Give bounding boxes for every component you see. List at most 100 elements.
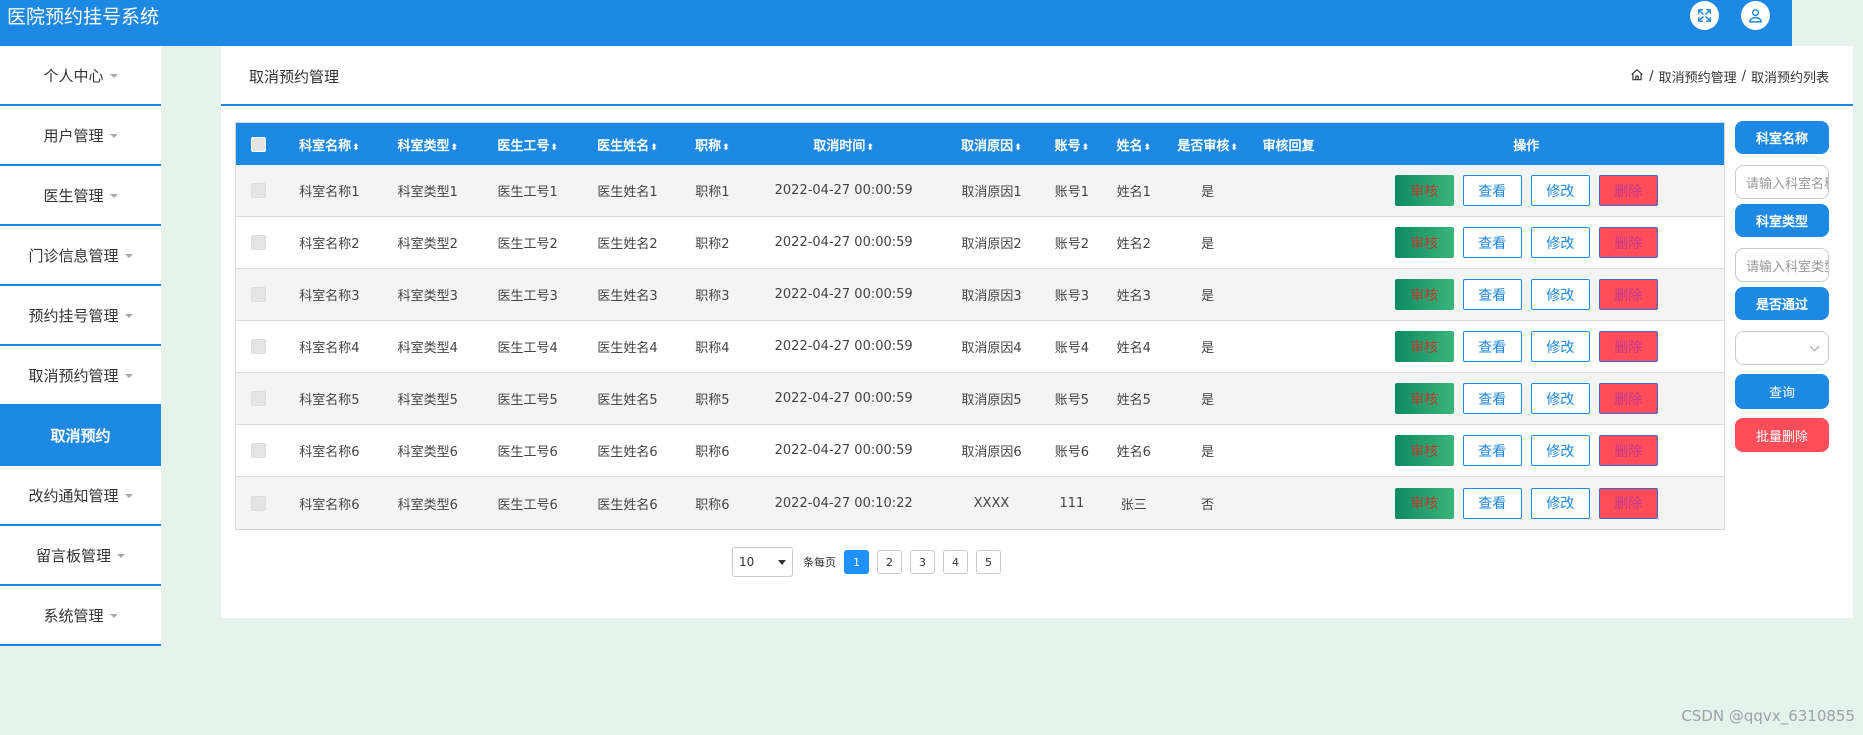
sidebar-item-3[interactable]: 门诊信息管理 bbox=[0, 226, 161, 286]
type-filter-input[interactable]: 请输入科室类型 bbox=[1735, 248, 1829, 282]
cell-dept: 科室名称1 bbox=[299, 185, 360, 200]
audit-button[interactable]: 审核 bbox=[1394, 227, 1454, 258]
edit-button[interactable]: 修改 bbox=[1530, 383, 1590, 414]
cell-name: 姓名6 bbox=[1116, 445, 1151, 460]
view-button[interactable]: 查看 bbox=[1462, 487, 1522, 519]
view-button[interactable]: 查看 bbox=[1462, 383, 1522, 414]
column-header-time[interactable]: 取消时间⬍ bbox=[747, 135, 940, 154]
pass-filter-label: 是否通过 bbox=[1735, 287, 1829, 320]
audit-button[interactable]: 审核 bbox=[1394, 175, 1454, 206]
audit-button[interactable]: 审核 bbox=[1394, 279, 1454, 310]
cell-dept: 科室名称6 bbox=[299, 497, 360, 513]
cell-reason: 取消原因3 bbox=[961, 289, 1022, 304]
delete-button[interactable]: 删除 bbox=[1598, 435, 1658, 466]
dept-filter-input[interactable]: 请输入科室名称 bbox=[1735, 165, 1829, 199]
breadcrumb-item-parent[interactable]: 取消预约管理 bbox=[1659, 67, 1737, 86]
edit-button[interactable]: 修改 bbox=[1530, 331, 1590, 362]
sidebar-item-6[interactable]: 取消预约 bbox=[0, 406, 161, 466]
batch-delete-button[interactable]: 批量删除 bbox=[1735, 418, 1829, 452]
view-button[interactable]: 查看 bbox=[1462, 331, 1522, 362]
audit-button[interactable]: 审核 bbox=[1394, 435, 1454, 466]
sidebar-item-label: 系统管理 bbox=[43, 606, 104, 625]
cell-dept: 科室名称4 bbox=[299, 341, 360, 356]
sidebar-item-5[interactable]: 取消预约管理 bbox=[0, 346, 161, 406]
audit-button[interactable]: 审核 bbox=[1394, 331, 1454, 362]
audit-button[interactable]: 审核 bbox=[1394, 383, 1454, 414]
delete-button[interactable]: 删除 bbox=[1598, 175, 1658, 206]
view-button[interactable]: 查看 bbox=[1462, 227, 1522, 258]
sidebar-item-4[interactable]: 预约挂号管理 bbox=[0, 286, 161, 346]
sidebar-item-9[interactable]: 系统管理 bbox=[0, 586, 161, 646]
sort-icon: ⬍ bbox=[450, 142, 459, 153]
cell-dname: 医生姓名6 bbox=[597, 445, 658, 460]
search-button[interactable]: 查询 bbox=[1735, 374, 1829, 409]
edit-button[interactable]: 修改 bbox=[1530, 227, 1590, 258]
row-checkbox[interactable] bbox=[250, 339, 266, 354]
column-header-label: 取消原因 bbox=[961, 138, 1014, 154]
sidebar-item-0[interactable]: 个人中心 bbox=[0, 46, 161, 106]
column-header-wno[interactable]: 医生工号⬍ bbox=[478, 135, 578, 154]
sort-icon: ⬍ bbox=[1014, 142, 1022, 153]
delete-button[interactable]: 删除 bbox=[1598, 331, 1658, 362]
column-header-title[interactable]: 职称⬍ bbox=[677, 135, 747, 154]
cell-acct: 账号4 bbox=[1054, 341, 1089, 356]
cell-reason: 取消原因4 bbox=[961, 341, 1022, 356]
sort-icon: ⬍ bbox=[866, 142, 874, 153]
row-checkbox[interactable] bbox=[250, 391, 266, 406]
cell-time: 2022-04-27 00:00:59 bbox=[774, 235, 913, 250]
fullscreen-icon[interactable] bbox=[1690, 1, 1719, 30]
page-2-button[interactable]: 2 bbox=[877, 550, 902, 574]
page-size-select[interactable]: 10 bbox=[732, 547, 793, 577]
select-all-checkbox[interactable] bbox=[250, 136, 266, 152]
pass-filter-select[interactable] bbox=[1735, 331, 1829, 365]
delete-button[interactable]: 删除 bbox=[1598, 487, 1658, 519]
row-checkbox[interactable] bbox=[250, 183, 266, 198]
sidebar-item-8[interactable]: 留言板管理 bbox=[0, 526, 161, 586]
page-4-button[interactable]: 4 bbox=[943, 550, 968, 574]
row-checkbox[interactable] bbox=[250, 495, 266, 511]
chevron-down-icon bbox=[778, 559, 786, 565]
sidebar-item-7[interactable]: 改约通知管理 bbox=[0, 466, 161, 526]
edit-button[interactable]: 修改 bbox=[1530, 175, 1590, 206]
sidebar-item-1[interactable]: 用户管理 bbox=[0, 106, 161, 166]
user-icon[interactable] bbox=[1741, 1, 1770, 30]
row-checkbox[interactable] bbox=[250, 287, 266, 302]
sort-icon: ⬍ bbox=[650, 142, 658, 153]
column-header-type[interactable]: 科室类型⬍ bbox=[378, 135, 478, 154]
row-checkbox[interactable] bbox=[250, 443, 266, 458]
view-button[interactable]: 查看 bbox=[1462, 175, 1522, 206]
column-header-acct[interactable]: 账号⬍ bbox=[1043, 135, 1101, 154]
table-row: 科室名称4 科室类型4 医生工号4 医生姓名4 职称4 2022-04-27 00:00:… bbox=[236, 321, 1724, 373]
column-header-audit[interactable]: 是否审核⬍ bbox=[1167, 135, 1249, 154]
caret-down-icon bbox=[124, 494, 133, 498]
row-actions: 审核 查看 修改 删除 bbox=[1329, 175, 1724, 206]
edit-button[interactable]: 修改 bbox=[1530, 435, 1590, 466]
column-header-dept[interactable]: 科室名称⬍ bbox=[281, 135, 378, 154]
cell-type: 科室类型1 bbox=[397, 185, 458, 200]
column-header-reason[interactable]: 取消原因⬍ bbox=[940, 135, 1043, 154]
sidebar-item-2[interactable]: 医生管理 bbox=[0, 166, 161, 226]
home-icon[interactable] bbox=[1630, 68, 1644, 86]
page-5-button[interactable]: 5 bbox=[976, 550, 1001, 574]
delete-button[interactable]: 删除 bbox=[1598, 227, 1658, 258]
audit-button[interactable]: 审核 bbox=[1394, 487, 1454, 519]
table-row: 科室名称3 科室类型3 医生工号3 医生姓名3 职称3 2022-04-27 00:00:… bbox=[236, 269, 1724, 321]
cell-dname: 医生姓名2 bbox=[597, 237, 658, 252]
edit-button[interactable]: 修改 bbox=[1530, 279, 1590, 310]
view-button[interactable]: 查看 bbox=[1462, 435, 1522, 466]
row-checkbox[interactable] bbox=[250, 235, 266, 250]
cell-acct: 账号3 bbox=[1054, 289, 1089, 304]
delete-button[interactable]: 删除 bbox=[1598, 279, 1658, 310]
view-button[interactable]: 查看 bbox=[1462, 279, 1522, 310]
page-3-button[interactable]: 3 bbox=[910, 550, 935, 574]
delete-button[interactable]: 删除 bbox=[1598, 383, 1658, 414]
panel-header: 取消预约管理 / 取消预约管理 / 取消预约列表 bbox=[221, 46, 1853, 106]
column-header-name[interactable]: 姓名⬍ bbox=[1101, 135, 1167, 154]
column-header-dname[interactable]: 医生姓名⬍ bbox=[578, 135, 678, 154]
cell-reason: 取消原因1 bbox=[961, 185, 1022, 200]
cell-dept: 科室名称3 bbox=[299, 289, 360, 304]
sort-icon: ⬍ bbox=[352, 142, 360, 153]
page-1-button[interactable]: 1 bbox=[844, 550, 869, 574]
cell-dname: 医生姓名1 bbox=[597, 185, 658, 200]
edit-button[interactable]: 修改 bbox=[1530, 487, 1590, 519]
